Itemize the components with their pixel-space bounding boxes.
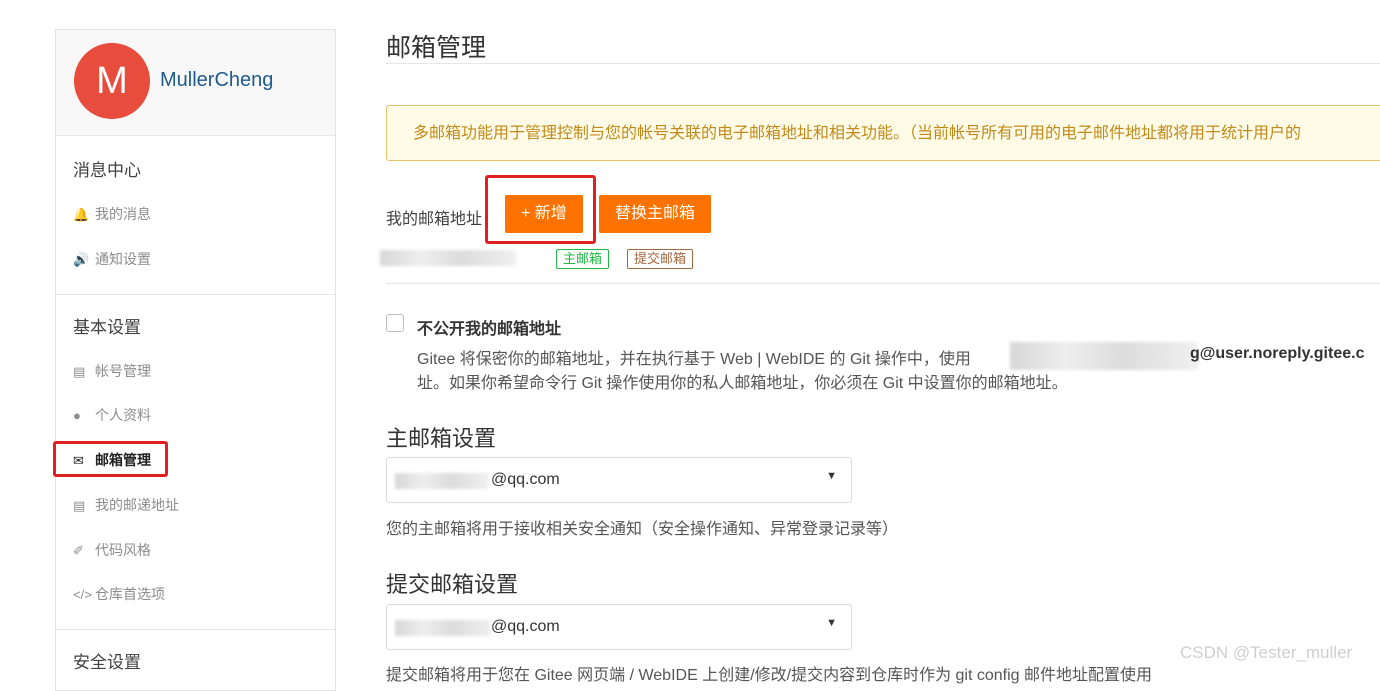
sidebar-item-label: 仓库首选项 [95, 586, 165, 602]
group-title-messages: 消息中心 [73, 161, 141, 180]
commit-email-select[interactable]: @qq.com ▼ [386, 604, 852, 650]
id-card-icon: ▤ [73, 364, 86, 379]
hide-email-label: 不公开我的邮箱地址 [417, 321, 562, 338]
sidebar-item-account[interactable]: ▤ 帐号管理 [73, 359, 151, 383]
commit-email-hint: 提交邮箱将用于您在 Gitee 网页端 / WebIDE 上创建/修改/提交内容… [386, 667, 1153, 684]
paintbrush-icon: ✐ [73, 543, 84, 558]
title-divider [386, 63, 1380, 64]
redacted-email-local [395, 620, 491, 636]
chevron-down-icon: ▼ [826, 617, 837, 629]
divider [56, 629, 335, 630]
redacted-noreply-prefix [1010, 342, 1198, 370]
sidebar-item-code-style[interactable]: ✐ 代码风格 [73, 538, 151, 562]
profile-card: M MullerCheng [56, 30, 335, 136]
commit-email-badge: 提交邮箱 [627, 249, 694, 269]
settings-sidebar: M MullerCheng 消息中心 🔔 我的消息 🔊 通知设置 基本设置 ▤ 帐号管… [55, 29, 336, 691]
switch-primary-button[interactable]: 替换主邮箱 [599, 195, 712, 233]
group-title-basic: 基本设置 [73, 318, 141, 337]
username-link[interactable]: MullerCheng [160, 69, 273, 92]
speaker-icon: 🔊 [73, 252, 90, 267]
redacted-email-local [395, 473, 489, 489]
hide-email-description-line2: 址。如果你希望命令行 Git 操作使用你的私人邮箱地址，你必须在 Git 中设置… [417, 375, 1068, 392]
select-value: @qq.com [491, 471, 560, 488]
sidebar-item-label: 代码风格 [95, 542, 151, 558]
primary-email-badge: 主邮箱 [556, 249, 610, 269]
commit-email-title: 提交邮箱设置 [386, 572, 519, 597]
highlight-box-email-menu [53, 441, 168, 477]
sidebar-item-profile[interactable]: ● 个人资料 [73, 403, 151, 427]
sidebar-item-label: 我的消息 [95, 206, 151, 222]
sidebar-item-label: 我的邮递地址 [95, 497, 179, 513]
section-divider [386, 283, 1380, 284]
user-icon: ● [73, 408, 81, 423]
description-text: Gitee 将保密你的邮箱地址，并在执行基于 Web | WebIDE 的 Gi… [417, 351, 971, 368]
my-email-label: 我的邮箱地址 [386, 211, 483, 228]
address-card-icon: ▤ [73, 498, 86, 513]
info-notice: 多邮箱功能用于管理控制与您的帐号关联的电子邮箱地址和相关功能。（当前帐号所有可用… [386, 105, 1380, 161]
hide-email-checkbox[interactable] [386, 314, 404, 332]
chevron-down-icon: ▼ [826, 470, 837, 482]
primary-email-title: 主邮箱设置 [386, 426, 497, 451]
select-value: @qq.com [491, 618, 560, 635]
avatar[interactable]: M [74, 43, 150, 119]
noreply-email-text: g@user.noreply.gitee.c [1190, 345, 1365, 362]
divider [56, 294, 335, 295]
primary-email-hint: 您的主邮箱将用于接收相关安全通知（安全操作通知、异常登录记录等） [386, 521, 899, 538]
redacted-email [380, 250, 516, 266]
bell-icon: 🔔 [73, 207, 90, 222]
hide-email-description-line1: Gitee 将保密你的邮箱地址，并在执行基于 Web | WebIDE 的 Gi… [417, 345, 971, 369]
highlight-box-add-button [485, 175, 596, 244]
sidebar-item-label: 通知设置 [95, 251, 151, 267]
sidebar-item-label: 个人资料 [95, 407, 151, 423]
sidebar-item-notify-settings[interactable]: 🔊 通知设置 [73, 247, 151, 271]
sidebar-item-address[interactable]: ▤ 我的邮递地址 [73, 493, 179, 517]
watermark: CSDN @Tester_muller [1180, 643, 1353, 662]
sidebar-item-repo-prefs[interactable]: </> 仓库首选项 [73, 582, 165, 606]
sidebar-item-label: 帐号管理 [95, 363, 151, 379]
sidebar-item-my-messages[interactable]: 🔔 我的消息 [73, 202, 151, 226]
code-icon: </> [73, 587, 92, 602]
page-title: 邮箱管理 [386, 34, 487, 62]
primary-email-select[interactable]: @qq.com ▼ [386, 457, 852, 503]
group-title-security: 安全设置 [73, 653, 141, 672]
